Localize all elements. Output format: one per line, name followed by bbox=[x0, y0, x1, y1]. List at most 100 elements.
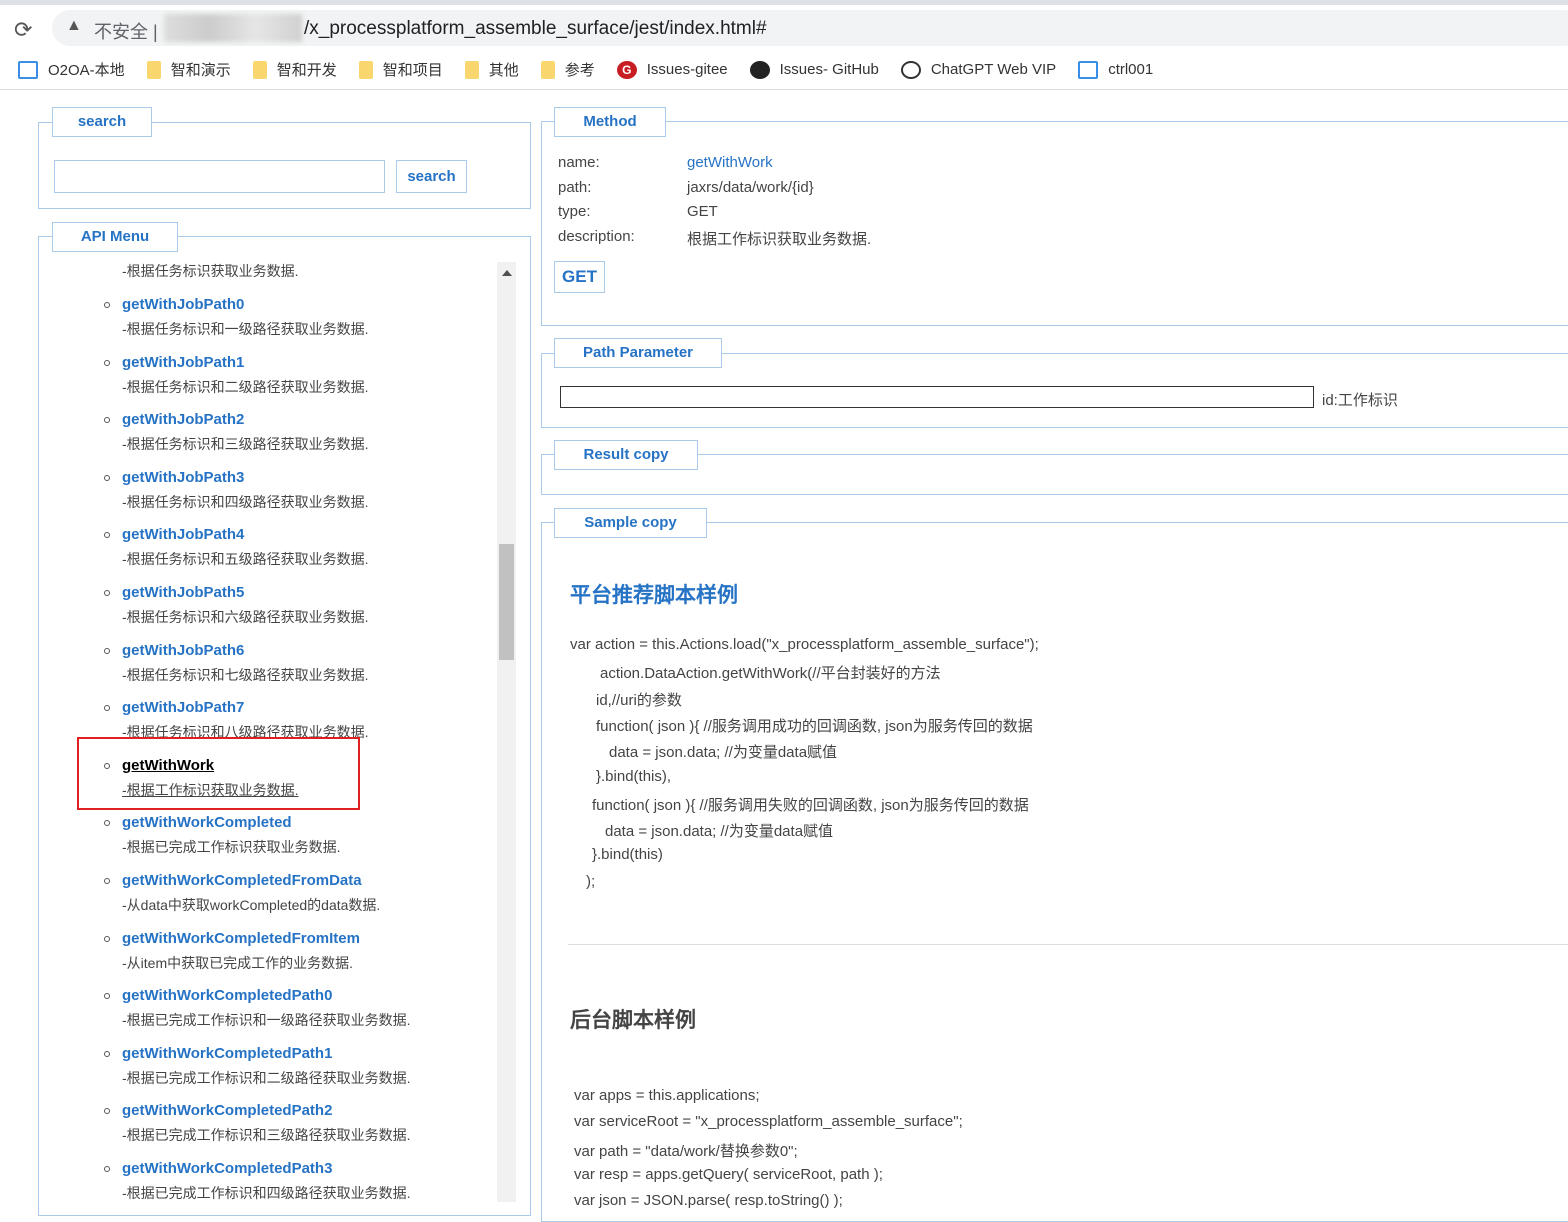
menu-item-link[interactable]: getWithJobPath5 bbox=[122, 584, 244, 601]
menu-item-desc: -根据任务标识和三级路径获取业务数据. bbox=[122, 436, 369, 453]
code-line: var action = this.Actions.load("x_proces… bbox=[570, 636, 1039, 653]
folder-icon bbox=[146, 60, 161, 79]
blurred-host bbox=[164, 14, 302, 42]
menu-item-link[interactable]: getWithJobPath6 bbox=[122, 642, 244, 659]
code-line: function( json ){ //服务调用失败的回调函数, json为服务… bbox=[592, 796, 1029, 814]
menu-scrollbar[interactable] bbox=[497, 262, 516, 1202]
address-bar[interactable]: ▲ 不安全 | /x_processplatform_assemble_surf… bbox=[52, 10, 1568, 46]
menu-item-desc: -从item中获取已完成工作的业务数据. bbox=[122, 954, 353, 971]
bookmark-item[interactable]: ChatGPT Web VIP bbox=[900, 60, 1056, 79]
bullet-icon bbox=[104, 1050, 110, 1057]
menu-item-link[interactable]: getWithJobPath4 bbox=[122, 526, 244, 543]
menu-item-desc: -根据已完成工作标识和一级路径获取业务数据. bbox=[122, 1012, 411, 1029]
menu-item-link[interactable]: getWithJobPath3 bbox=[122, 469, 244, 486]
menu-item-link[interactable]: getWithJobPath0 bbox=[122, 296, 244, 313]
code-line: function( json ){ //服务调用成功的回调函数, json为服务… bbox=[596, 717, 1033, 735]
folder-icon bbox=[252, 60, 267, 79]
menu-item-desc: -根据已完成工作标识和三级路径获取业务数据. bbox=[122, 1127, 411, 1144]
highlight-box bbox=[77, 737, 360, 810]
scrollbar-thumb[interactable] bbox=[499, 544, 514, 660]
menu-item-link[interactable]: getWithWorkCompletedPath1 bbox=[122, 1045, 332, 1062]
bookmark-item[interactable]: 其他 bbox=[464, 59, 519, 80]
menu-item-desc: -根据任务标识和四级路径获取业务数据. bbox=[122, 493, 369, 510]
bookmark-item[interactable]: 智和开发 bbox=[252, 59, 337, 80]
menu-item-desc: -根据任务标识和一级路径获取业务数据. bbox=[122, 321, 369, 337]
menu-item-desc: -根据任务标识和六级路径获取业务数据. bbox=[122, 609, 369, 625]
bookmark-item[interactable]: Issues- GitHub bbox=[749, 60, 879, 79]
code-line: ); bbox=[586, 872, 596, 890]
bullet-icon bbox=[104, 590, 110, 596]
bookmark-item[interactable]: ctrl001 bbox=[1078, 60, 1154, 79]
method-path: jaxrs/data/work/{id} bbox=[687, 179, 814, 196]
bookmark-item[interactable]: G Issues-gitee bbox=[616, 60, 728, 79]
bookmark-label: 智和项目 bbox=[382, 62, 443, 79]
menu-item-desc: -根据任务标识获取业务数据. bbox=[122, 263, 299, 279]
api-menu-list: -根据任务标识获取业务数据. getWithJobPath0 -根据任务标识和一级… bbox=[40, 262, 516, 1202]
folder-icon bbox=[540, 60, 555, 79]
bullet-icon bbox=[104, 993, 110, 1000]
description-label: description: bbox=[558, 228, 635, 245]
code-line: data = json.data; //为变量data赋值 bbox=[605, 823, 834, 841]
code-line: }.bind(this), bbox=[596, 767, 672, 785]
bullet-icon bbox=[104, 1108, 110, 1115]
bullet-icon bbox=[104, 705, 110, 712]
bookmark-item[interactable]: O2OA-本地 bbox=[18, 59, 125, 80]
menu-item-desc: -从data中获取workCompleted的data数据. bbox=[122, 897, 381, 913]
url-text[interactable]: /x_processplatform_assemble_surface/jest… bbox=[304, 18, 767, 40]
menu-item-link[interactable]: getWithJobPath2 bbox=[122, 411, 244, 428]
bookmarks-bar: O2OA-本地 智和演示 智和开发 智和项目 其他 参考 G Issues-gitee Issu… bbox=[0, 50, 1568, 90]
api-menu-legend: API Menu bbox=[52, 222, 178, 252]
bullet-icon bbox=[104, 935, 110, 942]
o2-icon bbox=[1078, 60, 1099, 79]
menu-item-link[interactable]: getWithWorkCompletedFromData bbox=[122, 872, 362, 889]
menu-item-desc: -根据任务标识和二级路径获取业务数据. bbox=[122, 378, 369, 395]
get-button[interactable]: GET bbox=[554, 261, 605, 293]
bookmark-item[interactable]: 参考 bbox=[540, 59, 595, 80]
menu-item-link[interactable]: getWithWorkCompletedFromItem bbox=[122, 930, 360, 947]
openai-icon bbox=[900, 60, 921, 79]
id-input[interactable] bbox=[560, 386, 1314, 408]
o2-icon bbox=[18, 60, 38, 79]
bookmark-label: Issues- GitHub bbox=[779, 61, 879, 78]
gitee-icon: G bbox=[616, 60, 637, 79]
search-input[interactable] bbox=[54, 160, 385, 193]
menu-item-link[interactable]: getWithJobPath7 bbox=[122, 699, 244, 716]
code-line: }.bind(this) bbox=[592, 846, 663, 864]
address-row: ⟳ ▲ 不安全 | /x_processplatform_assemble_su… bbox=[0, 5, 1568, 50]
bookmark-label: Issues-gitee bbox=[646, 61, 728, 78]
menu-item-link[interactable]: getWithWorkCompletedPath0 bbox=[122, 987, 332, 1004]
reload-icon[interactable]: ⟳ bbox=[14, 17, 32, 43]
code-line: id,//uri的参数 bbox=[596, 691, 682, 709]
menu-item-link[interactable]: getWithWorkCompleted bbox=[122, 814, 292, 831]
path-label: path: bbox=[558, 179, 592, 196]
code-line: var path = "data/work/替换参数0"; bbox=[574, 1142, 798, 1160]
menu-item-link[interactable]: getWithWorkCompletedPath3 bbox=[122, 1160, 332, 1177]
code-line: var apps = this.applications; bbox=[574, 1087, 760, 1104]
search-button[interactable]: search bbox=[396, 160, 467, 193]
insecure-label[interactable]: 不安全 | bbox=[94, 18, 158, 44]
method-name: getWithWork bbox=[687, 154, 773, 171]
code-line: action.DataAction.getWithWork(//平台封装好的方法 bbox=[600, 665, 941, 683]
scroll-up-icon[interactable] bbox=[502, 270, 512, 276]
path-parameter-legend: Path Parameter bbox=[554, 338, 722, 368]
method-legend: Method bbox=[554, 107, 666, 137]
github-icon bbox=[749, 60, 770, 79]
code-line: var serviceRoot = "x_processplatform_ass… bbox=[574, 1113, 963, 1131]
menu-item-desc: -根据任务标识和七级路径获取业务数据. bbox=[122, 666, 369, 683]
bookmark-label: ctrl001 bbox=[1108, 61, 1154, 78]
bullet-icon bbox=[104, 302, 110, 308]
menu-item-desc: -根据已完成工作标识和四级路径获取业务数据. bbox=[122, 1185, 411, 1201]
bullet-icon bbox=[104, 417, 110, 424]
folder-icon bbox=[358, 60, 373, 79]
result-copy-legend[interactable]: Result copy bbox=[554, 440, 698, 470]
type-label: type: bbox=[558, 203, 591, 220]
menu-item-link[interactable]: getWithWorkCompletedPath2 bbox=[122, 1102, 332, 1119]
menu-item-link[interactable]: getWithJobPath1 bbox=[122, 354, 244, 371]
warning-icon[interactable]: ▲ bbox=[66, 17, 82, 35]
bookmark-item[interactable]: 智和项目 bbox=[358, 59, 443, 80]
bookmark-label: O2OA-本地 bbox=[48, 62, 125, 79]
method-panel bbox=[541, 121, 1568, 326]
sample-copy-legend[interactable]: Sample copy bbox=[554, 508, 707, 538]
menu-item-desc: -根据任务标识和五级路径获取业务数据. bbox=[122, 551, 369, 568]
bookmark-item[interactable]: 智和演示 bbox=[146, 59, 231, 80]
